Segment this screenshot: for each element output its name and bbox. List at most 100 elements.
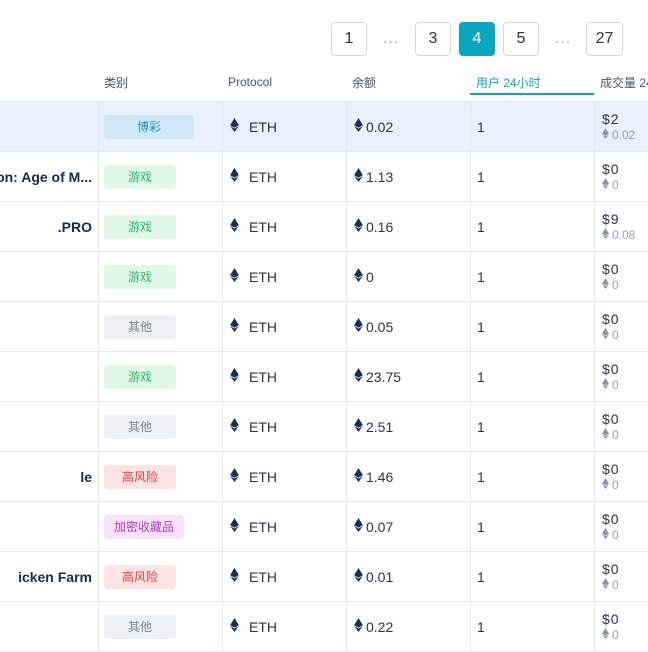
balance-cell: 0.22 xyxy=(354,602,464,651)
ethereum-icon xyxy=(354,268,363,285)
volume-usd: $0 xyxy=(602,510,620,527)
column-divider xyxy=(346,352,347,401)
table-row[interactable]: 博彩 ETH 0.02 1 $2 0.02 xyxy=(0,102,648,152)
users-24h-value: 1 xyxy=(477,118,485,135)
table-row[interactable]: 加密收藏品 ETH 0.07 1 $0 0 xyxy=(0,502,648,552)
protocol-label: ETH xyxy=(249,568,277,585)
project-name[interactable] xyxy=(0,102,98,151)
category-badge[interactable]: 高风险 xyxy=(104,464,176,489)
ethereum-icon xyxy=(354,318,363,335)
project-name[interactable] xyxy=(0,302,98,351)
ethereum-icon xyxy=(230,468,239,485)
volume-cell: $0 0 xyxy=(602,152,648,201)
project-name-link[interactable]: on: Age of M... xyxy=(0,169,92,185)
column-divider xyxy=(346,302,347,351)
volume-cell: $0 0 xyxy=(602,452,648,501)
volume-usd: $0 xyxy=(602,560,620,577)
project-name[interactable]: le xyxy=(0,452,98,501)
protocol-cell: ETH xyxy=(230,302,340,351)
project-name[interactable] xyxy=(0,402,98,451)
category-cell: 博彩 xyxy=(104,102,220,151)
ethereum-icon xyxy=(354,368,363,385)
volume-eth: 0.08 xyxy=(612,227,636,242)
table-row[interactable]: 其他 ETH 0.22 1 $0 0 xyxy=(0,602,648,652)
column-header-category[interactable]: 类别 xyxy=(104,62,214,102)
project-name[interactable] xyxy=(0,502,98,551)
ethereum-icon xyxy=(354,468,363,485)
column-divider xyxy=(346,452,347,501)
column-divider xyxy=(98,502,99,551)
category-badge[interactable]: 游戏 xyxy=(104,164,176,189)
category-badge[interactable]: 其他 xyxy=(104,614,176,639)
project-name-link[interactable]: .PRO xyxy=(58,219,92,235)
table-row[interactable]: icken Farm 高风险 ETH 0.01 1 $0 0 xyxy=(0,552,648,602)
page-button-5[interactable]: 5 xyxy=(503,22,539,56)
ethereum-icon xyxy=(354,218,363,235)
page-button-3[interactable]: 3 xyxy=(415,22,451,56)
category-cell: 游戏 xyxy=(104,252,220,301)
column-divider xyxy=(594,602,595,651)
project-name[interactable]: icken Farm xyxy=(0,552,98,601)
protocol-cell: ETH xyxy=(230,252,340,301)
table-row[interactable]: .PRO 游戏 ETH 0.16 1 $9 0.08 xyxy=(0,202,648,252)
table-row[interactable]: on: Age of M... 游戏 ETH 1.13 1 $0 0 xyxy=(0,152,648,202)
category-badge[interactable]: 博彩 xyxy=(104,114,194,139)
ethereum-icon xyxy=(602,527,609,543)
category-cell: 其他 xyxy=(104,302,220,351)
project-name[interactable]: .PRO xyxy=(0,202,98,251)
category-badge[interactable]: 加密收藏品 xyxy=(104,514,185,539)
page-button-27[interactable]: 27 xyxy=(586,22,623,56)
ethereum-icon xyxy=(602,227,609,243)
table-row[interactable]: 游戏 ETH 23.75 1 $0 0 xyxy=(0,352,648,402)
page-button-4-active[interactable]: 4 xyxy=(459,22,495,56)
category-badge[interactable]: 高风险 xyxy=(104,564,176,589)
balance-cell: 0.01 xyxy=(354,552,464,601)
table-row[interactable]: 游戏 ETH 0 1 $0 0 xyxy=(0,252,648,302)
ethereum-icon xyxy=(230,318,239,335)
ethereum-icon xyxy=(230,418,239,435)
column-header-balance[interactable]: 余额 xyxy=(352,62,462,102)
table-row[interactable]: 其他 ETH 0.05 1 $0 0 xyxy=(0,302,648,352)
table-row[interactable]: 其他 ETH 2.51 1 $0 0 xyxy=(0,402,648,452)
column-divider xyxy=(346,552,347,601)
column-header-protocol[interactable]: Protocol xyxy=(228,62,338,102)
category-badge[interactable]: 其他 xyxy=(104,414,176,439)
balance-value: 0.05 xyxy=(366,318,394,335)
category-badge[interactable]: 游戏 xyxy=(104,264,176,289)
category-badge[interactable]: 其他 xyxy=(104,314,176,339)
project-name[interactable] xyxy=(0,352,98,401)
column-divider xyxy=(222,452,223,501)
project-name-link[interactable]: le xyxy=(80,469,92,485)
category-cell: 其他 xyxy=(104,602,220,651)
volume-cell: $0 0 xyxy=(602,502,648,551)
balance-cell: 0 xyxy=(354,252,464,301)
column-divider xyxy=(222,402,223,451)
volume-usd: $0 xyxy=(602,460,620,477)
column-divider xyxy=(470,502,471,551)
ethereum-icon xyxy=(230,168,239,185)
volume-usd: $0 xyxy=(602,310,620,327)
project-name[interactable]: on: Age of M... xyxy=(0,152,98,201)
project-name-link[interactable]: icken Farm xyxy=(18,569,92,585)
volume-cell: $0 0 xyxy=(602,252,648,301)
column-header-users-24h[interactable]: 用户 24小时 xyxy=(476,62,591,102)
category-badge[interactable]: 游戏 xyxy=(104,214,176,239)
column-header-volume-24h[interactable]: 成交量 24 xyxy=(600,62,648,102)
column-divider xyxy=(98,552,99,601)
active-sort-underline xyxy=(470,93,594,95)
column-divider xyxy=(594,352,595,401)
page-button-1[interactable]: 1 xyxy=(331,22,367,56)
protocol-cell: ETH xyxy=(230,452,340,501)
project-name[interactable] xyxy=(0,252,98,301)
project-name[interactable] xyxy=(0,602,98,651)
table-row[interactable]: le 高风险 ETH 1.46 1 $0 0 xyxy=(0,452,648,502)
table-body: 博彩 ETH 0.02 1 $2 0.02 on: Age of M... 游戏 ETH 1.13… xyxy=(0,102,648,652)
column-divider xyxy=(98,102,99,151)
column-divider xyxy=(346,252,347,301)
column-divider xyxy=(470,202,471,251)
category-badge[interactable]: 游戏 xyxy=(104,364,176,389)
column-divider xyxy=(346,502,347,551)
ethereum-icon xyxy=(230,218,239,235)
ethereum-icon xyxy=(230,118,239,135)
protocol-cell: ETH xyxy=(230,152,340,201)
